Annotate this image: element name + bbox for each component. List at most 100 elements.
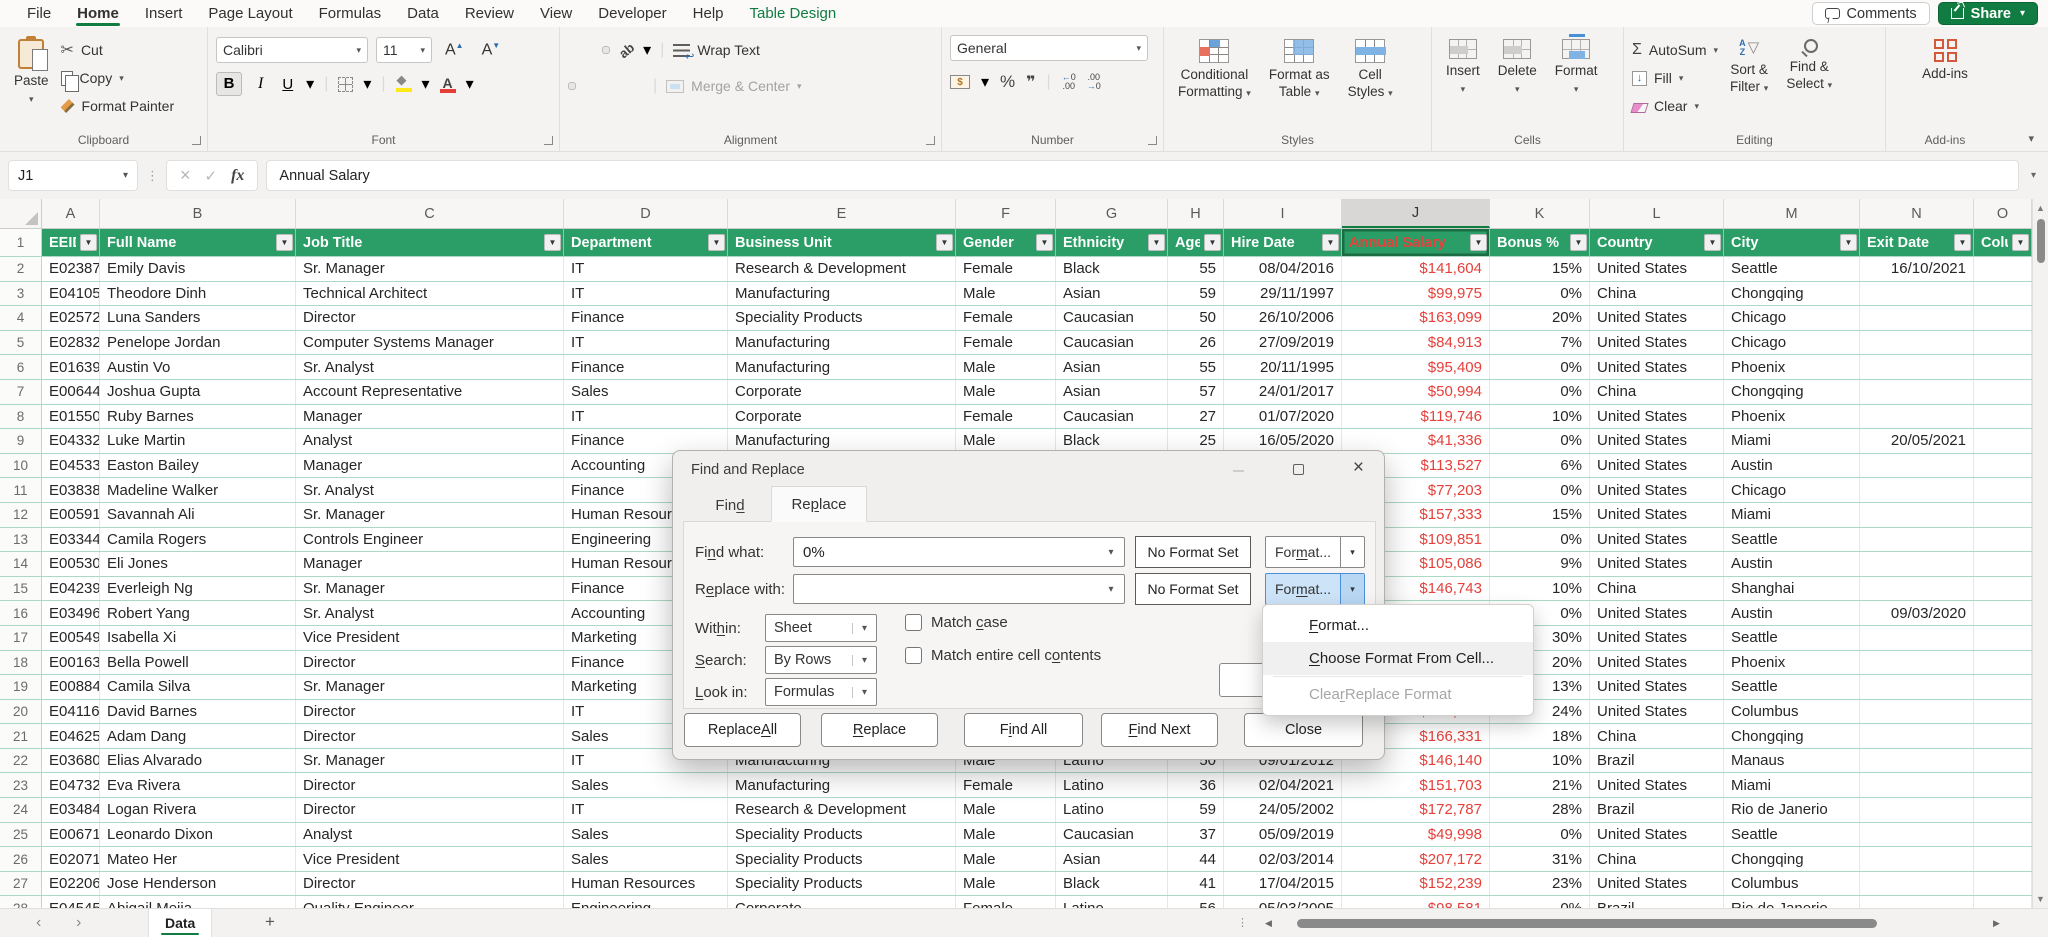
cell[interactable]: 55 [1168,355,1224,379]
bold-button[interactable]: B [216,72,242,96]
row-number[interactable]: 25 [0,822,42,847]
find-what-input[interactable]: 0% ▾ [793,537,1125,567]
italic-button[interactable]: I [252,75,269,93]
font-name-select[interactable]: Calibri ▾ [216,37,368,63]
cell[interactable]: Quality Engineer [296,896,564,908]
row-number[interactable]: 2 [0,257,42,281]
row-number[interactable]: 24 [0,798,42,822]
cell[interactable]: 21% [1490,773,1590,798]
cell[interactable] [1860,355,1974,379]
cell[interactable]: 0% [1490,281,1590,306]
row-number[interactable]: 5 [0,330,42,355]
cell[interactable]: Latino [1056,896,1168,908]
cell[interactable]: Asian [1056,355,1168,379]
cell[interactable]: E02071 [42,847,100,871]
dialog-close-icon[interactable]: × [1353,457,1364,479]
cell[interactable]: Chicago [1724,478,1860,502]
cell[interactable] [1860,699,1974,724]
table-header-business-unit[interactable]: Business Unit ▼ [728,229,956,256]
cell[interactable]: 26 [1168,330,1224,355]
cell[interactable]: Chongqing [1724,847,1860,871]
table-header-city[interactable]: City ▼ [1724,229,1860,256]
search-select[interactable]: By Rows ▾ [765,646,877,674]
cell[interactable]: Manager [296,404,564,429]
cell[interactable]: Black [1056,257,1168,281]
cell[interactable] [1860,306,1974,330]
cancel-entry-icon[interactable]: × [175,165,196,186]
cell[interactable]: Asian [1056,281,1168,306]
filter-icon[interactable]: ▼ [1704,234,1721,251]
cell[interactable]: Bella Powell [100,650,296,675]
cell[interactable]: E00163 [42,650,100,675]
cell[interactable]: Brazil [1590,896,1724,908]
table-header-eeid[interactable]: EEID▼ [42,229,100,256]
cell[interactable]: Caucasian [1056,330,1168,355]
cell[interactable] [1860,404,1974,429]
options-button-partial[interactable] [1219,663,1267,697]
cell[interactable]: United States [1590,699,1724,724]
cell[interactable] [1860,822,1974,847]
column-header-B[interactable]: B [100,199,296,228]
cell[interactable]: IT [564,330,728,355]
cell[interactable]: United States [1590,675,1724,699]
cell[interactable]: $163,099 [1342,306,1490,330]
cell[interactable]: 10% [1490,748,1590,773]
table-header-department[interactable]: Department ▼ [564,229,728,256]
cell[interactable]: 02/04/2021 [1224,773,1342,798]
cell[interactable]: E04239 [42,576,100,601]
prev-sheet-icon[interactable]: ‹ [36,909,41,937]
column-header-O[interactable]: O [1974,199,2032,228]
cell[interactable]: Sr. Analyst [296,601,564,625]
number-dialog-launcher-icon[interactable] [1148,136,1157,145]
cell[interactable]: David Barnes [100,699,296,724]
cell[interactable]: $84,913 [1342,330,1490,355]
cell[interactable]: Corporate [728,404,956,429]
cell[interactable]: Camila Silva [100,675,296,699]
replace-format-button[interactable]: For m at... ▾ [1265,573,1365,605]
cell[interactable]: E02206 [42,871,100,896]
cell[interactable]: United States [1590,404,1724,429]
find-format-button[interactable]: For m at... ▾ [1265,536,1365,568]
cell[interactable]: Female [956,257,1056,281]
cell[interactable]: IT [564,798,728,822]
cell[interactable] [1860,281,1974,306]
cell[interactable] [1974,330,2032,355]
cell[interactable]: 59 [1168,281,1224,306]
cell[interactable] [1974,355,2032,379]
align-left-button[interactable] [568,82,576,90]
cell[interactable] [1860,576,1974,601]
row-number[interactable]: 19 [0,675,42,699]
font-color-chevron-icon[interactable]: ▾ [466,74,474,94]
cell[interactable]: $151,703 [1342,773,1490,798]
row-number[interactable]: 15 [0,576,42,601]
cell[interactable]: Penelope Jordan [100,330,296,355]
cell[interactable]: Brazil [1590,748,1724,773]
table-header-gender[interactable]: Gender ▼ [956,229,1056,256]
align-middle-button[interactable] [585,46,593,54]
row-number[interactable]: 22 [0,748,42,773]
cell[interactable]: United States [1590,306,1724,330]
ribbon-tab-home[interactable]: Home [64,0,132,27]
cell[interactable]: 24/05/2002 [1224,798,1342,822]
cell[interactable] [1974,576,2032,601]
cell[interactable] [1860,871,1974,896]
font-size-select[interactable]: 11 ▾ [376,37,432,63]
cell[interactable]: Luke Martin [100,429,296,453]
cell[interactable]: 16/10/2021 [1860,257,1974,281]
replace-with-input[interactable]: ▾ [793,574,1125,604]
cell[interactable]: E00530 [42,552,100,576]
vertical-scrollbar[interactable]: ▲ ▼ [2032,199,2048,908]
cell[interactable]: E04116 [42,699,100,724]
cell[interactable]: Caucasian [1056,404,1168,429]
cell[interactable]: Caucasian [1056,822,1168,847]
cell[interactable]: Female [956,330,1056,355]
row-number[interactable]: 11 [0,478,42,502]
cell[interactable] [1974,699,2032,724]
cell[interactable]: 6% [1490,453,1590,478]
number-format-select[interactable]: General ▾ [950,35,1148,61]
cell[interactable]: Chongqing [1724,281,1860,306]
row-number[interactable]: 26 [0,847,42,871]
cell[interactable] [1974,257,2032,281]
column-header-M[interactable]: M [1724,199,1860,228]
delete-cells-button[interactable]: Delete ▾ [1492,35,1543,131]
